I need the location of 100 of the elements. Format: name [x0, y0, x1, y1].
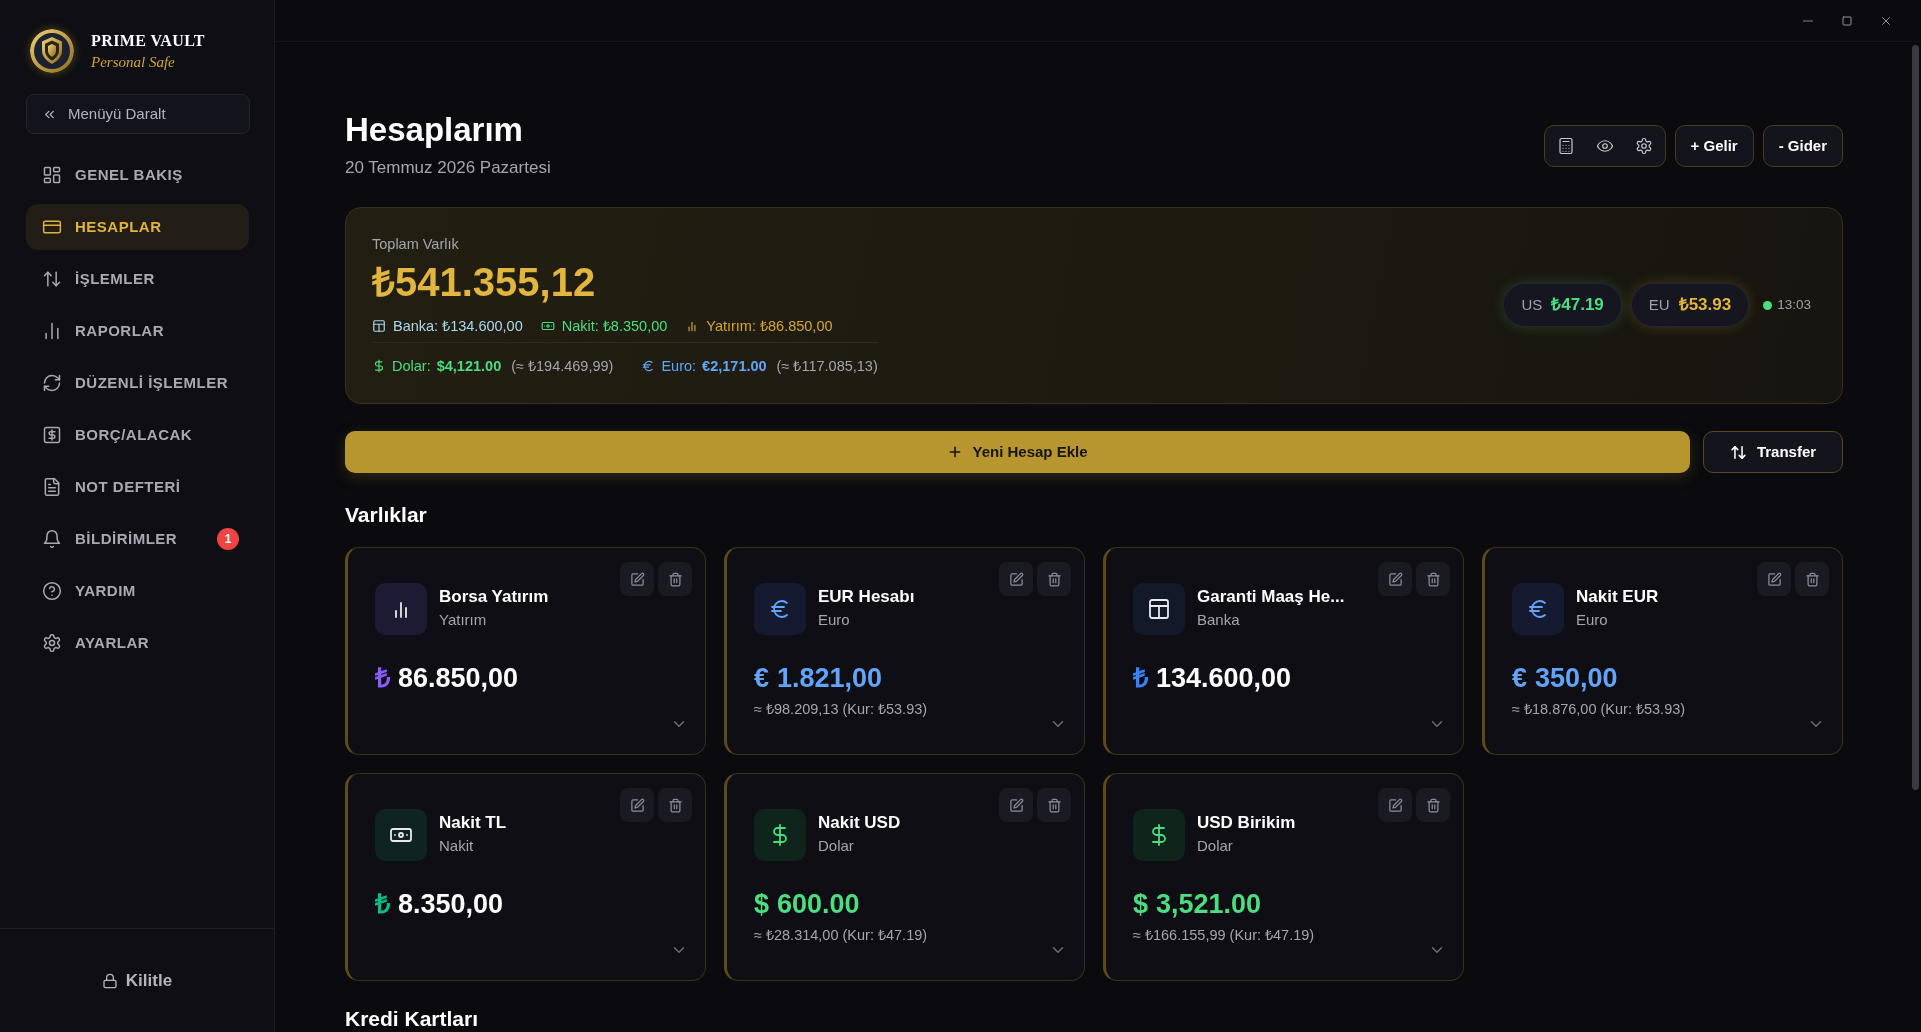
account-name: Nakit TL — [439, 812, 507, 834]
account-balance: 8.350,00 — [398, 888, 504, 921]
euro-icon — [1512, 583, 1564, 635]
delete-button[interactable] — [658, 562, 692, 596]
currency-label: Euro: — [661, 357, 697, 376]
account-name: Garanti Maaş He... — [1197, 586, 1345, 608]
currency-code: US — [1521, 294, 1543, 315]
close-icon[interactable] — [1880, 14, 1892, 27]
dollar-icon — [372, 359, 386, 373]
maximize-icon[interactable] — [1841, 14, 1853, 27]
edit-button[interactable] — [1757, 562, 1791, 596]
bar-chart-icon — [42, 321, 62, 341]
account-balance: 3,521.00 — [1156, 888, 1262, 921]
dollar-square-icon — [42, 425, 62, 445]
conversion-text: ≈ ₺18.876,00 (Kur: ₺53.93) — [1512, 700, 1686, 719]
eye-icon[interactable] — [1595, 137, 1614, 155]
trash-icon — [667, 571, 683, 587]
brand-name: PRIME VAULT — [91, 30, 205, 51]
account-type: Euro — [1576, 610, 1609, 630]
edit-button[interactable] — [1378, 562, 1412, 596]
total-label: Toplam Varlık — [372, 235, 459, 254]
bar-chart-icon — [375, 583, 427, 635]
delete-button[interactable] — [1037, 562, 1071, 596]
delete-button[interactable] — [658, 788, 692, 822]
nav-item[interactable]: NOT DEFTERİ — [26, 464, 249, 510]
banknote-icon — [375, 809, 427, 861]
nav-item[interactable]: HESAPLAR — [26, 204, 249, 250]
add-account-button[interactable]: Yeni Hesap Ekle — [345, 431, 1690, 473]
update-time: 13:03 — [1777, 295, 1811, 314]
account-balance: 350,00 — [1535, 662, 1618, 695]
edit-icon — [1387, 797, 1403, 813]
settings-icon — [42, 633, 62, 653]
currency-symbol: $ — [1133, 888, 1149, 921]
notification-badge: 1 — [217, 528, 239, 550]
currency-conversion: (≈ ₺117.085,13) — [776, 357, 878, 376]
edit-icon — [1766, 571, 1782, 587]
lock-button[interactable]: Kilitle — [101, 967, 173, 994]
transfer-button[interactable]: Transfer — [1703, 431, 1843, 473]
nav-item[interactable]: İŞLEMLER — [26, 256, 249, 302]
edit-button[interactable] — [999, 788, 1033, 822]
trash-icon — [667, 797, 683, 813]
account-balance: 600.00 — [777, 888, 860, 921]
nav-item[interactable]: DÜZENLİ İŞLEMLER — [26, 360, 249, 406]
edit-button[interactable] — [620, 788, 654, 822]
conversion-text: ≈ ₺166.155,99 (Kur: ₺47.19) — [1133, 926, 1315, 945]
add-income-button[interactable]: + Gelir — [1674, 125, 1754, 167]
document-icon — [42, 477, 62, 497]
balance-breakdown-text: Nakit: ₺8.350,00 — [561, 317, 668, 336]
nav-item[interactable]: AYARLAR — [26, 620, 249, 666]
nav-item[interactable]: GENEL BAKIŞ — [26, 152, 249, 198]
balance-breakdown-text: Banka: ₺134.600,00 — [393, 317, 523, 336]
nav-item[interactable]: YARDIM — [26, 568, 249, 614]
account-balance: 134.600,00 — [1156, 662, 1292, 695]
euro-icon — [754, 583, 806, 635]
currency-code: EU — [1648, 294, 1670, 315]
euro-icon — [641, 359, 656, 373]
delete-button[interactable] — [1416, 788, 1450, 822]
nav-item[interactable]: BORÇ/ALACAK — [26, 412, 249, 458]
layout-icon — [372, 319, 386, 333]
delete-button[interactable] — [1416, 562, 1450, 596]
trash-icon — [1425, 571, 1441, 587]
edit-button[interactable] — [999, 562, 1033, 596]
nav-item[interactable]: RAPORLAR — [26, 308, 249, 354]
add-expense-button[interactable]: - Gider — [1762, 125, 1843, 167]
account-balance: 86.850,00 — [398, 662, 519, 695]
account-type: Euro — [818, 610, 851, 630]
brand-tagline: Personal Safe — [91, 52, 176, 72]
currency-symbol: ₺ — [375, 662, 390, 695]
account-name: Nakit USD — [818, 812, 901, 834]
edit-button[interactable] — [620, 562, 654, 596]
shield-emblem-icon — [30, 29, 74, 73]
delete-button[interactable] — [1795, 562, 1829, 596]
rate-value: ₺53.93 — [1678, 294, 1732, 317]
status-dot-icon — [1763, 300, 1773, 310]
layout-icon — [1133, 583, 1185, 635]
delete-button[interactable] — [1037, 788, 1071, 822]
account-name: EUR Hesabı — [818, 586, 915, 608]
bell-icon — [42, 529, 62, 549]
edit-icon — [629, 797, 645, 813]
currency-value: $4,121.00 — [436, 357, 502, 376]
edit-icon — [1008, 571, 1024, 587]
dashboard-icon — [42, 165, 62, 185]
trash-icon — [1046, 571, 1062, 587]
settings-icon[interactable] — [1634, 137, 1653, 155]
arrows-up-down-icon — [1729, 443, 1747, 461]
currency-label: Dolar: — [392, 357, 431, 376]
edit-icon — [1387, 571, 1403, 587]
account-type: Nakit — [439, 836, 475, 856]
page-title: Hesaplarım — [345, 110, 524, 150]
edit-button[interactable] — [1378, 788, 1412, 822]
dollar-icon — [1133, 809, 1185, 861]
currency-value: €2,171.00 — [702, 357, 767, 376]
calculator-icon[interactable] — [1556, 137, 1575, 155]
nav-item[interactable]: BİLDİRİMLER 1 — [26, 516, 249, 562]
rate-value: ₺47.19 — [1551, 294, 1604, 317]
account-type: Banka — [1197, 610, 1241, 630]
collapse-menu-button[interactable]: Menüyü Daralt — [26, 94, 250, 134]
scrollbar-thumb[interactable] — [1912, 45, 1919, 790]
account-type: Dolar — [818, 836, 855, 856]
account-type: Yatırım — [439, 610, 488, 630]
